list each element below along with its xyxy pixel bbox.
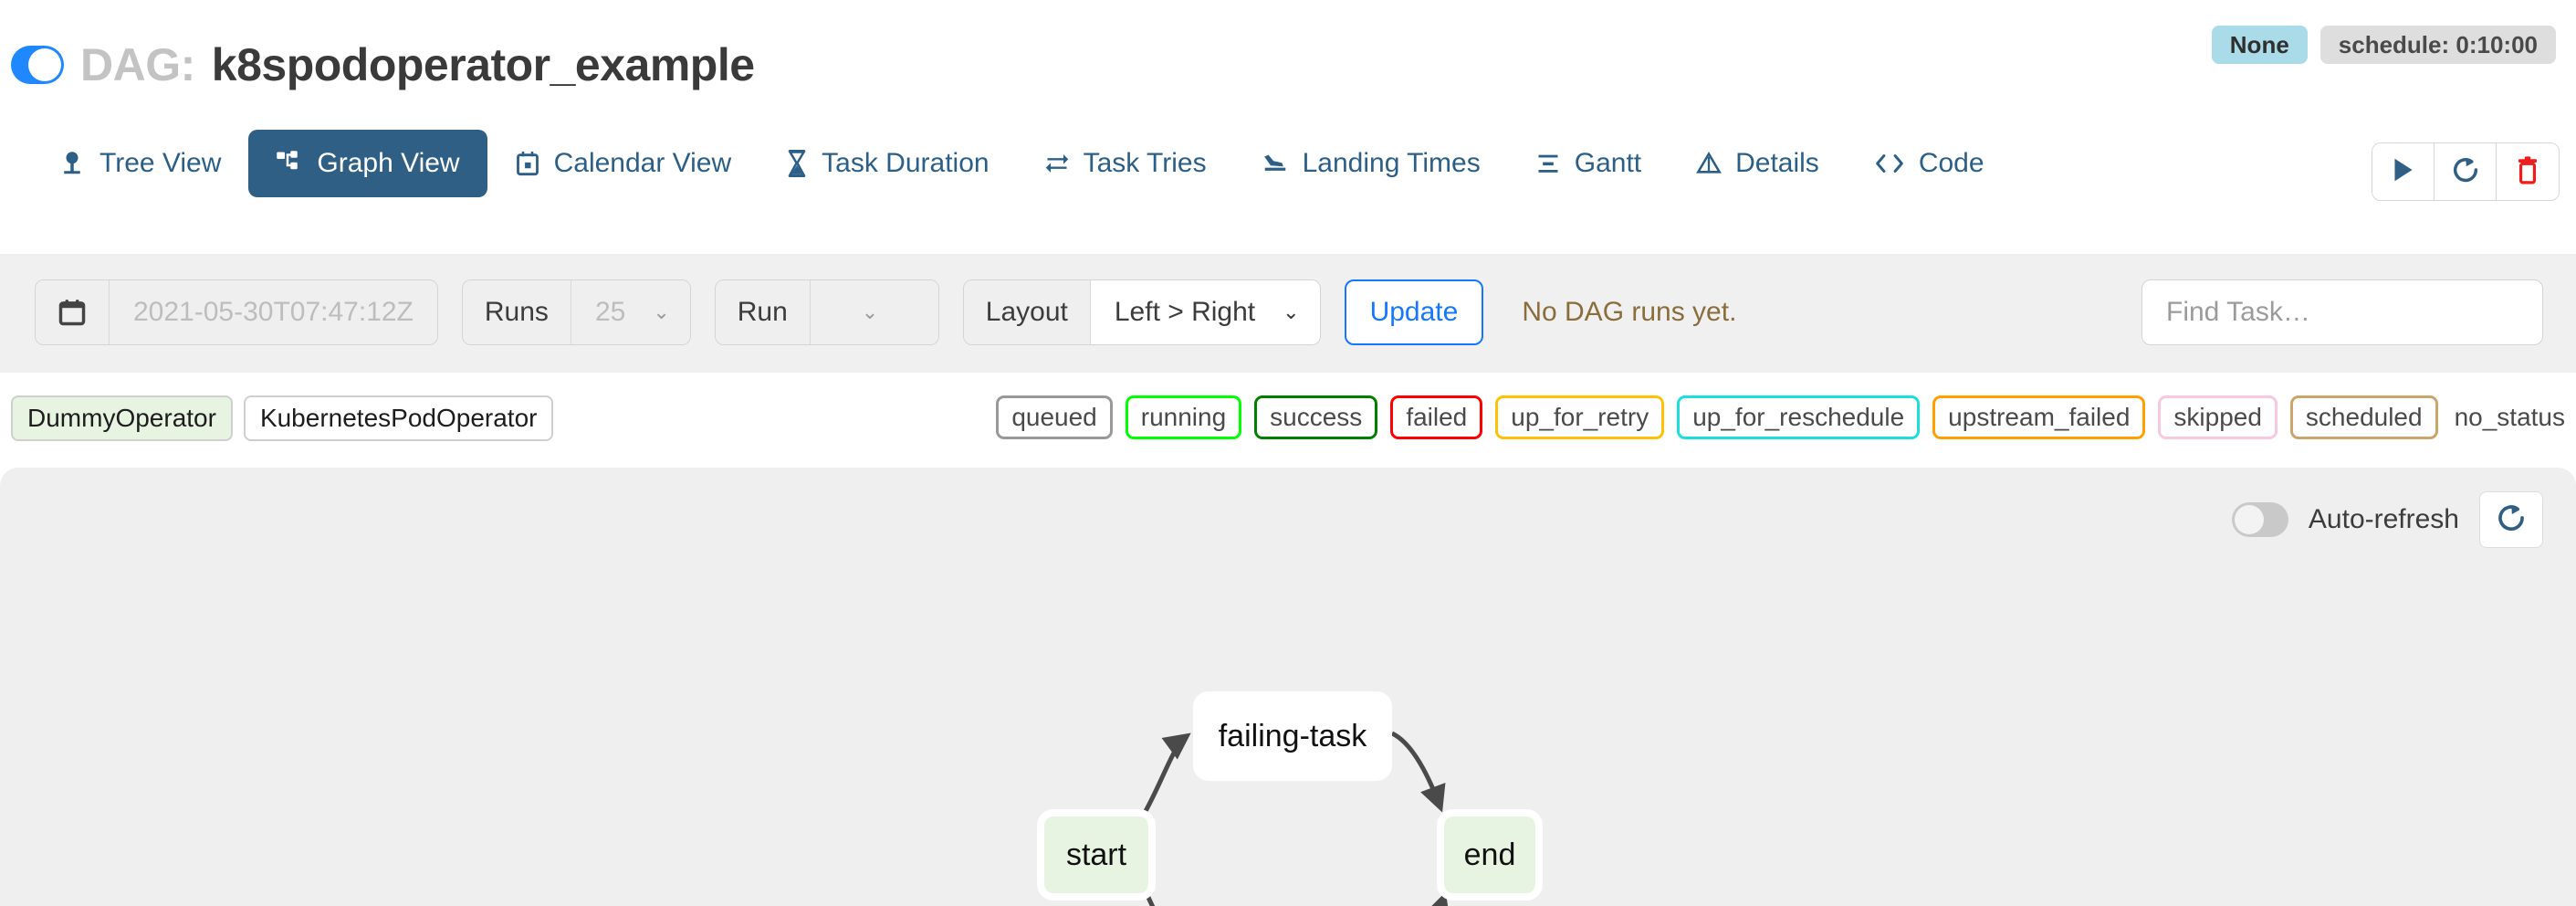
graph-node-start[interactable]: start [1037, 809, 1156, 901]
no-dag-runs-message: No DAG runs yet. [1522, 297, 1737, 327]
tab-label: Gantt [1574, 148, 1642, 178]
operator-chip-dummyoperator[interactable]: DummyOperator [11, 395, 233, 441]
status-chip-no-status[interactable]: no_status [2451, 396, 2569, 438]
tab-tree-view[interactable]: Tree View [31, 130, 248, 197]
tab-gantt[interactable]: Gantt [1508, 130, 1669, 197]
trigger-dag-button[interactable] [2372, 143, 2435, 200]
operator-chip-kubernetespodoperator[interactable]: KubernetesPodOperator [243, 395, 554, 441]
tab-details[interactable]: Details [1669, 130, 1847, 197]
tab-code[interactable]: Code [1847, 130, 2012, 197]
dag-pause-toggle[interactable] [11, 46, 64, 84]
play-icon [2391, 156, 2416, 188]
calendar-icon [58, 300, 86, 326]
view-tabs: Tree View Graph View Calendar View Task … [31, 130, 2012, 197]
schedule-badge: schedule: 0:10:00 [2319, 26, 2556, 64]
run-label: Run [715, 280, 811, 344]
chevron-down-icon: ⌄ [653, 300, 670, 323]
status-chip-queued[interactable]: queued [996, 395, 1113, 439]
legend-row: DummyOperator KubernetesPodOperator queu… [0, 384, 2576, 460]
layout-label: Layout [963, 280, 1091, 344]
status-legend: queued running success failed up_for_ret… [996, 395, 2569, 439]
tab-label: Landing Times [1302, 148, 1481, 178]
airflow-dag-graph-page: DAG: k8spodoperator_example None schedul… [0, 0, 2576, 906]
status-chip-up-for-retry[interactable]: up_for_retry [1495, 395, 1665, 439]
edge-failing-task-to-end [1390, 731, 1446, 813]
operator-legend: DummyOperator KubernetesPodOperator [11, 395, 554, 441]
retry-icon [1044, 150, 1070, 177]
graph-canvas[interactable]: Auto-refresh start failing-task end [0, 468, 2576, 906]
toggle-knob [28, 48, 61, 81]
update-button[interactable]: Update [1344, 279, 1484, 345]
runs-value: 25 [594, 297, 626, 327]
filter-bar: 2021-05-30T07:47:12Z Runs 25 ⌄ Run ⌄ Lay… [0, 254, 2576, 373]
hourglass-icon [786, 150, 808, 177]
tree-icon [58, 149, 86, 178]
status-chip-success[interactable]: success [1254, 395, 1378, 439]
dag-action-buttons [2372, 142, 2560, 201]
landing-icon [1262, 150, 1289, 177]
calendar-icon [515, 150, 540, 177]
tab-label: Task Duration [822, 148, 990, 178]
tab-label: Code [1918, 148, 1984, 178]
tab-label: Tree View [99, 148, 222, 178]
dag-prefix-label: DAG: [80, 39, 195, 90]
gantt-icon [1535, 150, 1561, 177]
tab-calendar-view[interactable]: Calendar View [487, 130, 759, 197]
layout-value: Left > Right [1114, 297, 1256, 327]
tab-task-duration[interactable]: Task Duration [759, 130, 1016, 197]
view-tabs-bar: Tree View Graph View Calendar View Task … [0, 130, 2576, 232]
status-badge-none: None [2211, 26, 2308, 64]
runs-select[interactable]: 25 ⌄ [571, 280, 690, 344]
graph-node-end[interactable]: end [1437, 809, 1543, 901]
triangle-icon [1696, 150, 1723, 177]
refresh-icon [2451, 155, 2480, 189]
find-task-input[interactable]: Find Task… [2141, 279, 2543, 345]
status-chip-scheduled[interactable]: scheduled [2289, 395, 2438, 439]
dag-graph[interactable]: start failing-task passing-task end [0, 468, 2576, 906]
page-header: DAG: k8spodoperator_example None schedul… [0, 0, 2576, 122]
graph-node-failing-task[interactable]: failing-task [1193, 691, 1392, 781]
chevron-down-icon: ⌄ [861, 300, 879, 323]
chevron-down-icon: ⌄ [1283, 300, 1300, 323]
node-label: end [1464, 838, 1516, 872]
layout-select[interactable]: Left > Right ⌄ [1090, 280, 1320, 344]
status-chip-upstream-failed[interactable]: upstream_failed [1932, 395, 2146, 439]
page-title: k8spodoperator_example [211, 39, 755, 90]
code-icon [1874, 152, 1905, 175]
dag-title-row: DAG: k8spodoperator_example [11, 38, 755, 91]
node-label: failing-task [1219, 719, 1368, 753]
trash-icon [2515, 155, 2540, 189]
graph-icon [276, 150, 303, 177]
run-select[interactable]: ⌄ [810, 280, 938, 344]
tab-label: Details [1735, 148, 1819, 178]
tab-label: Task Tries [1083, 148, 1207, 178]
status-chip-running[interactable]: running [1125, 395, 1242, 439]
tab-label: Graph View [317, 148, 460, 178]
status-chip-skipped[interactable]: skipped [2158, 395, 2278, 439]
tab-task-tries[interactable]: Task Tries [1017, 130, 1234, 197]
delete-dag-button[interactable] [2497, 143, 2559, 200]
filter-controls: 2021-05-30T07:47:12Z Runs 25 ⌄ Run ⌄ Lay… [35, 279, 1736, 345]
status-chip-failed[interactable]: failed [1390, 395, 1483, 439]
edge-passing-task-to-end [1424, 891, 1450, 906]
edge-start-to-failing-task [1142, 732, 1191, 815]
refresh-dag-button[interactable] [2435, 143, 2497, 200]
status-chip-up-for-reschedule[interactable]: up_for_reschedule [1677, 395, 1921, 439]
node-label: start [1066, 838, 1127, 872]
execution-date-input[interactable]: 2021-05-30T07:47:12Z [110, 280, 437, 344]
tab-landing-times[interactable]: Landing Times [1234, 130, 1508, 197]
calendar-picker-button[interactable] [36, 280, 110, 344]
run-group: Run ⌄ [714, 279, 939, 345]
runs-label: Runs [462, 280, 571, 344]
layout-group: Layout Left > Right ⌄ [962, 279, 1321, 345]
header-badges: None schedule: 0:10:00 [2211, 26, 2556, 64]
tab-label: Calendar View [553, 148, 732, 178]
execution-date-group: 2021-05-30T07:47:12Z [35, 279, 438, 345]
runs-group: Runs 25 ⌄ [461, 279, 691, 345]
tab-graph-view[interactable]: Graph View [248, 130, 487, 197]
